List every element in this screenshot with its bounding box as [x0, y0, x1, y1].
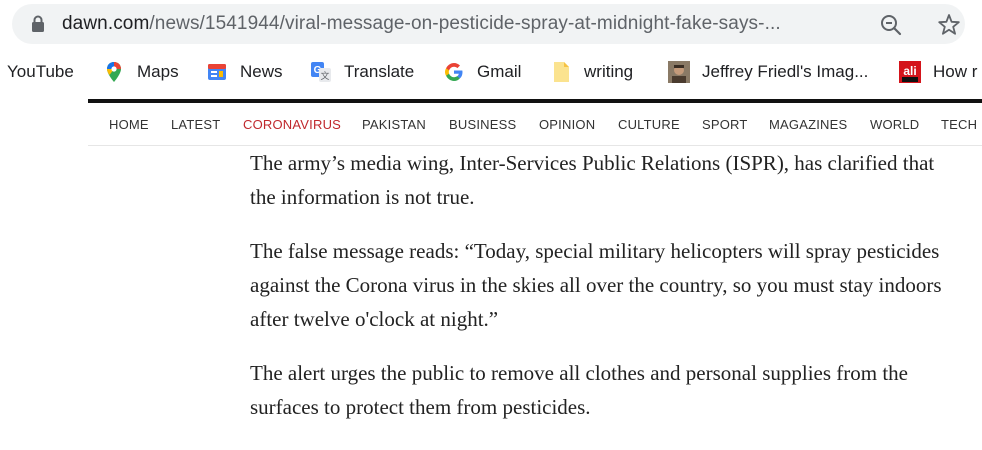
- nav-item-sport[interactable]: SPORT: [702, 117, 748, 132]
- bookmarks-bar: YouTube Maps News G 文 Translate Gmail wr…: [0, 52, 982, 92]
- bookmark-youtube[interactable]: YouTube: [7, 52, 74, 92]
- nav-item-latest[interactable]: LATEST: [171, 117, 220, 132]
- nav-item-coronavirus[interactable]: CORONAVIRUS: [243, 117, 341, 132]
- nav-item-culture[interactable]: CULTURE: [618, 117, 680, 132]
- nav-item-business[interactable]: BUSINESS: [449, 117, 516, 132]
- article-paragraph: The alert urges the public to remove all…: [250, 361, 909, 419]
- bookmark-maps[interactable]: Maps: [103, 52, 179, 92]
- svg-text:ali: ali: [903, 64, 916, 78]
- nav-item-world[interactable]: WORLD: [870, 117, 919, 132]
- bookmark-label: Maps: [137, 62, 179, 81]
- nav-item-tech[interactable]: TECH: [941, 117, 977, 132]
- avatar-icon: [668, 61, 690, 83]
- bookmark-news[interactable]: News: [206, 52, 283, 92]
- maps-icon: [107, 62, 121, 82]
- bookmark-jeffrey-friedl[interactable]: Jeffrey Friedl's Imag...: [668, 52, 868, 92]
- article-body: The army’s media wing, Inter-Services Pu…: [250, 146, 950, 444]
- bookmark-label: How r: [933, 62, 978, 81]
- url-host: dawn.com: [62, 13, 150, 34]
- star-icon[interactable]: [936, 12, 962, 38]
- article-paragraph: The army’s media wing, Inter-Services Pu…: [250, 151, 935, 209]
- address-bar[interactable]: dawn.com/news/1541944/viral-message-on-p…: [12, 4, 965, 44]
- bookmark-label: writing: [584, 62, 634, 81]
- url-text[interactable]: dawn.com/news/1541944/viral-message-on-p…: [62, 13, 781, 35]
- bookmark-label: News: [240, 62, 283, 81]
- bookmark-writing[interactable]: writing: [550, 52, 633, 92]
- url-path: /news/1541944/viral-message-on-pesticide…: [149, 13, 781, 34]
- bookmark-label: Gmail: [477, 62, 522, 81]
- svg-text:文: 文: [320, 70, 329, 82]
- bookmark-label: Translate: [344, 62, 415, 81]
- article-paragraph: The false message reads: “Today, special…: [250, 239, 942, 331]
- ali-news-icon: ali: [899, 61, 921, 83]
- bookmark-gmail[interactable]: Gmail: [443, 52, 521, 92]
- lock-icon[interactable]: [30, 15, 46, 33]
- translate-icon: G 文: [311, 62, 331, 82]
- zoom-icon[interactable]: [878, 12, 904, 38]
- nav-item-magazines[interactable]: MAGAZINES: [769, 117, 847, 132]
- bookmark-label: Jeffrey Friedl's Imag...: [702, 62, 869, 81]
- folder-doc-icon: [554, 62, 569, 82]
- nav-item-opinion[interactable]: OPINION: [539, 117, 595, 132]
- bookmark-label: YouTube: [7, 62, 74, 81]
- bookmark-translate[interactable]: G 文 Translate: [310, 52, 414, 92]
- nav-item-pakistan[interactable]: PAKISTAN: [362, 117, 426, 132]
- site-nav: HOME LATEST CORONAVIRUS PAKISTAN BUSINES…: [88, 103, 982, 146]
- news-icon: [208, 64, 226, 80]
- nav-item-home[interactable]: HOME: [109, 117, 149, 132]
- google-icon: [445, 63, 463, 81]
- bookmark-ali-news[interactable]: ali How r: [899, 52, 977, 92]
